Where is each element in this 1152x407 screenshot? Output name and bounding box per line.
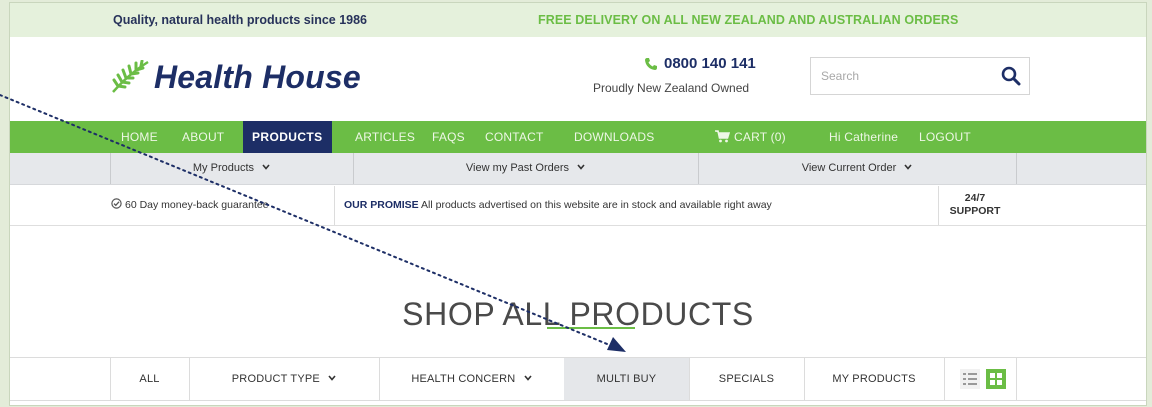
my-products-dropdown[interactable]: My Products [110,153,353,184]
search-input[interactable]: Search [810,57,1030,95]
guarantee-notice: 60 Day money-back guarantee [111,186,331,225]
cart-icon [715,130,730,143]
support-label: SUPPORT [949,205,1001,217]
my-products-label: My Products [192,162,255,174]
nav-home[interactable]: HOME [121,121,158,153]
past-orders-dropdown[interactable]: View my Past Orders [353,153,698,184]
cart-label: CART (0) [734,130,786,144]
title-underline [547,327,635,329]
nav-faqs[interactable]: FAQS [432,121,465,153]
support-badge: 24/7 SUPPORT [940,186,1010,231]
filter-all[interactable]: ALL [110,358,189,400]
free-delivery-notice: FREE DELIVERY ON ALL NEW ZEALAND AND AUS… [538,13,959,27]
filter-health-concern[interactable]: HEALTH CONCERN [379,358,564,400]
fern-logo-icon [112,60,149,93]
nav-products[interactable]: PRODUCTS [243,121,332,153]
divider [1016,358,1017,400]
chevron-down-icon [904,164,912,170]
filter-specials[interactable]: SPECIALS [689,358,804,400]
nav-articles[interactable]: ARTICLES [355,121,415,153]
search-placeholder: Search [821,69,860,83]
guarantee-text: 60 Day money-back guarantee [125,199,269,211]
product-filter-bar: ALL PRODUCT TYPE HEALTH CONCERN MULTI BU… [10,357,1146,401]
nav-logout[interactable]: LOGOUT [919,121,971,153]
nav-downloads[interactable]: DOWNLOADS [574,121,654,153]
promise-bar: 60 Day money-back guarantee OUR PROMISE … [10,186,1146,226]
account-subnav: My Products View my Past Orders View Cur… [10,153,1146,185]
logo-text: Health House [154,58,361,95]
grid-view-icon[interactable] [986,369,1006,389]
phone-number[interactable]: 0800 140 141 [644,55,756,72]
main-navigation: HOME ABOUT PRODUCTS ARTICLES FAQS CONTAC… [10,121,1146,153]
nav-cart[interactable]: CART (0) [715,121,786,153]
health-concern-label: HEALTH CONCERN [411,373,516,385]
current-order-dropdown[interactable]: View Current Order [698,153,1016,184]
support-hours: 24/7 [964,192,986,204]
check-circle-icon [111,198,122,209]
divider [938,186,939,225]
promise-text: All products advertised on this website … [421,199,772,211]
search-icon[interactable] [1001,66,1021,86]
divider [334,186,335,225]
our-promise: OUR PROMISE All products advertised on t… [344,186,934,225]
website-screenshot: Quality, natural health products since 1… [9,2,1147,406]
product-type-label: PRODUCT TYPE [231,373,320,385]
divider [944,358,945,400]
phone-icon [645,57,657,70]
nav-greeting: Hi Catherine [829,130,899,144]
site-logo[interactable]: Health House [110,53,361,101]
nav-about[interactable]: ABOUT [182,121,224,153]
top-banner: Quality, natural health products since 1… [10,3,1146,37]
filter-multi-buy[interactable]: MULTI BUY [564,358,689,400]
divider [1016,153,1017,184]
current-order-label: View Current Order [801,162,897,174]
promise-label: OUR PROMISE [344,199,419,211]
tagline: Quality, natural health products since 1… [113,13,368,27]
nz-owned-label: Proudly New Zealand Owned [593,81,750,95]
chevron-down-icon [328,375,336,381]
list-view-icon[interactable] [960,369,980,389]
chevron-down-icon [262,164,270,170]
filter-my-products[interactable]: MY PRODUCTS [804,358,944,400]
nav-contact[interactable]: CONTACT [485,121,544,153]
chevron-down-icon [577,164,585,170]
phone-text: 0800 140 141 [664,55,756,72]
filter-product-type[interactable]: PRODUCT TYPE [189,358,379,400]
past-orders-label: View my Past Orders [465,162,570,174]
view-toggle [960,369,1006,389]
chevron-down-icon [524,375,532,381]
